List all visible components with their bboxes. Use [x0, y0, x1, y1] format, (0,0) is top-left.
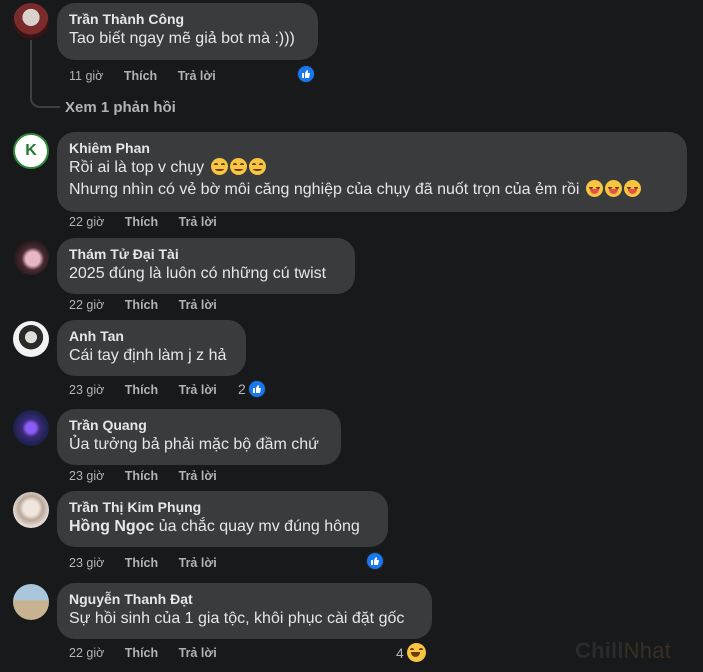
comment-time[interactable]: 11 giờ — [69, 68, 103, 84]
comment-actions: 23 giờ Thích Trả lời — [69, 468, 234, 484]
watermark-part2: Nhat — [623, 638, 671, 663]
comment-text: Hồng Ngọc ủa chắc quay mv đúng hông — [69, 516, 376, 538]
avatar[interactable] — [13, 492, 49, 528]
avatar[interactable] — [13, 321, 49, 357]
comment-author[interactable]: Anh Tan — [69, 327, 234, 345]
like-button[interactable]: Thích — [125, 214, 158, 230]
reply-button[interactable]: Trả lời — [179, 555, 217, 571]
comment-text: Ủa tưởng bả phải mặc bộ đầm chứ — [69, 436, 319, 453]
avatar[interactable]: K — [13, 133, 49, 169]
comment-actions: 23 giờ Thích Trả lời — [69, 555, 234, 571]
comment-text: Tao biết ngay mẽ giả bot mà :))) — [69, 30, 295, 47]
avatar[interactable] — [13, 239, 49, 275]
reply-button[interactable]: Trả lời — [179, 468, 217, 484]
comment-time[interactable]: 23 giờ — [69, 555, 104, 571]
hugging-emoji-icon — [623, 180, 641, 197]
reply-button[interactable]: Trả lời — [179, 382, 217, 398]
like-icon — [247, 380, 266, 398]
reaction-summary[interactable]: 2 — [238, 380, 266, 398]
comment-actions: 22 giờ Thích Trả lời — [69, 645, 234, 661]
comment-author[interactable]: Nguyễn Thanh Đạt — [69, 590, 420, 608]
like-button[interactable]: Thích — [125, 297, 158, 313]
comment-bubble: Trần Thị Kim Phụng Hồng Ngọc ủa chắc qua… — [57, 491, 388, 547]
upside-down-emoji-icon — [248, 158, 266, 175]
reaction-count: 4 — [396, 644, 404, 661]
reply-button[interactable]: Trả lời — [179, 645, 217, 661]
upside-down-emoji-icon — [229, 158, 247, 175]
avatar[interactable] — [13, 3, 49, 39]
reply-thread-line — [30, 40, 60, 108]
comment-text: 2025 đúng là luôn có những cú twist — [69, 265, 327, 282]
watermark-part1: Chill — [575, 638, 624, 663]
avatar[interactable] — [13, 584, 49, 620]
reaction-count: 2 — [238, 381, 246, 397]
avatar[interactable] — [13, 410, 49, 446]
comment-bubble: Trần Thành Công Tao biết ngay mẽ giả bot… — [57, 3, 318, 60]
comment-actions: 11 giờ Thích Trả lời — [69, 68, 233, 84]
comment-bubble: Trần Quang Ủa tưởng bả phải mặc bộ đầm c… — [57, 409, 341, 465]
comment-author[interactable]: Trần Quang — [69, 416, 329, 434]
mention-link[interactable]: Hồng Ngọc — [69, 518, 154, 535]
laugh-emoji-icon — [406, 643, 426, 662]
comment-bubble: Khiêm Phan Rồi ai là top v chụy Nhưng nh… — [57, 132, 687, 212]
comment-text: Rồi ai là top v chụy — [69, 157, 675, 179]
comment-author[interactable]: Trần Thành Công — [69, 10, 306, 28]
comment-text-line: Rồi ai là top v chụy — [69, 159, 205, 176]
reaction-summary[interactable] — [366, 552, 384, 570]
comment-actions: 23 giờ Thích Trả lời — [69, 382, 234, 398]
comment-text: Sự hồi sinh của 1 gia tộc, khôi phục cài… — [69, 610, 405, 627]
like-icon — [366, 552, 384, 570]
hugging-emoji-icon — [585, 180, 603, 197]
comment-time[interactable]: 23 giờ — [69, 468, 104, 484]
comment-author[interactable]: Khiêm Phan — [69, 139, 675, 157]
view-replies-link[interactable]: Xem 1 phản hồi — [65, 99, 176, 116]
comment-actions: 22 giờ Thích Trả lời — [69, 214, 234, 230]
reply-button[interactable]: Trả lời — [178, 68, 216, 84]
like-button[interactable]: Thích — [125, 555, 158, 571]
reply-button[interactable]: Trả lời — [179, 214, 217, 230]
like-button[interactable]: Thích — [125, 645, 158, 661]
comment-text-line: Nhưng nhìn có vẻ bờ môi căng nghiệp của … — [69, 181, 580, 198]
reaction-summary[interactable] — [297, 65, 315, 83]
upside-down-emoji-icon — [210, 158, 228, 175]
comment-author[interactable]: Trần Thị Kim Phụng — [69, 498, 376, 516]
reaction-summary[interactable]: 4 — [396, 643, 426, 662]
reply-button[interactable]: Trả lời — [179, 297, 217, 313]
comment-text: Cái tay định làm j z hả — [69, 347, 227, 364]
comment-time[interactable]: 22 giờ — [69, 297, 104, 313]
comment-bubble: Anh Tan Cái tay định làm j z hả — [57, 320, 246, 376]
like-button[interactable]: Thích — [124, 68, 157, 84]
like-button[interactable]: Thích — [125, 468, 158, 484]
comment-time[interactable]: 23 giờ — [69, 382, 104, 398]
comment-text-line: ủa chắc quay mv đúng hông — [154, 518, 360, 535]
hugging-emoji-icon — [604, 180, 622, 197]
like-button[interactable]: Thích — [125, 382, 158, 398]
comment-actions: 22 giờ Thích Trả lời — [69, 297, 234, 313]
comment-author[interactable]: Thám Tử Đại Tài — [69, 245, 343, 263]
watermark: ChillNhat — [575, 638, 671, 664]
like-icon — [297, 65, 315, 83]
comment-time[interactable]: 22 giờ — [69, 645, 104, 661]
comment-time[interactable]: 22 giờ — [69, 214, 104, 230]
avatar-letter: K — [25, 142, 37, 159]
comment-bubble: Thám Tử Đại Tài 2025 đúng là luôn có nhữ… — [57, 238, 355, 294]
comment-bubble: Nguyễn Thanh Đạt Sự hồi sinh của 1 gia t… — [57, 583, 432, 639]
comment-text: Nhưng nhìn có vẻ bờ môi căng nghiệp của … — [69, 179, 675, 201]
